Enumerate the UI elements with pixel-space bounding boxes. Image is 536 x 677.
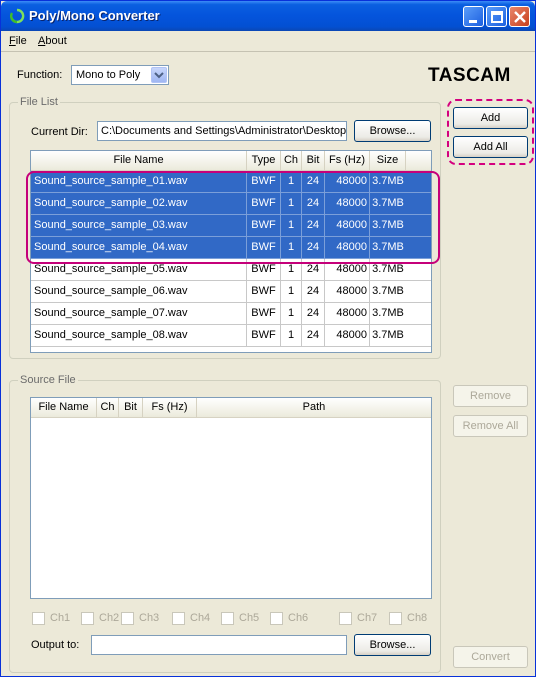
brand-logo: TASCAM — [428, 65, 511, 86]
source-file-table[interactable]: File Name Ch Bit Fs (Hz) Path — [30, 397, 432, 599]
table-row[interactable]: Sound_source_sample_06.wav BWF 1 24 48000 3.7… — [31, 281, 431, 303]
col-src-ch[interactable]: Ch — [97, 398, 119, 417]
col-src-file-name[interactable]: File Name — [31, 398, 97, 417]
col-type[interactable]: Type — [247, 151, 281, 170]
cell-name: Sound_source_sample_08.wav — [31, 325, 247, 346]
table-row[interactable]: Sound_source_sample_07.wav BWF 1 24 48000 3.7… — [31, 303, 431, 325]
cell-fs: 48000 — [325, 281, 370, 302]
col-bit[interactable]: Bit — [302, 151, 325, 170]
col-size[interactable]: Size — [370, 151, 406, 170]
minimize-icon — [469, 20, 477, 23]
current-dir-label: Current Dir: — [31, 126, 88, 138]
cell-size: 3.7MB — [372, 307, 404, 319]
app-icon — [10, 8, 25, 24]
remove-all-button[interactable]: Remove All — [453, 415, 528, 437]
col-src-fs[interactable]: Fs (Hz) — [143, 398, 197, 417]
cell-ch: 1 — [281, 281, 302, 302]
file-list-header: File Name Type Ch Bit Fs (Hz) Size — [31, 151, 431, 171]
app-window: Poly/Mono Converter File About Function:… — [0, 0, 536, 677]
checkbox[interactable] — [389, 612, 402, 625]
remove-button[interactable]: Remove — [453, 385, 528, 407]
maximize-icon — [491, 11, 503, 23]
cell-bit: 24 — [302, 281, 325, 302]
checkbox[interactable] — [270, 612, 283, 625]
close-icon — [514, 11, 526, 23]
channel-label: Ch3 — [139, 612, 160, 624]
channel-label: Ch2 — [99, 612, 120, 624]
checkbox[interactable] — [172, 612, 185, 625]
menu-bar: File About — [1, 31, 535, 52]
checkbox[interactable] — [339, 612, 352, 625]
channel-label: Ch6 — [288, 612, 309, 624]
convert-button[interactable]: Convert — [453, 646, 528, 668]
maximize-button[interactable] — [486, 6, 507, 27]
channel-label: Ch4 — [190, 612, 211, 624]
browse-dir-button[interactable]: Browse... — [354, 120, 431, 142]
source-file-title: Source File — [18, 374, 78, 386]
cell-size: 3.7MB — [372, 329, 404, 341]
cell-ch: 1 — [281, 303, 302, 324]
cell-fs: 48000 — [325, 325, 370, 346]
cell-name: Sound_source_sample_06.wav — [31, 281, 247, 302]
function-select-value: Mono to Poly — [76, 69, 141, 81]
file-list-title: File List — [18, 96, 60, 108]
cell-ch: 1 — [281, 325, 302, 346]
window-title: Poly/Mono Converter — [29, 8, 160, 23]
menu-about[interactable]: About — [38, 35, 67, 47]
function-select[interactable]: Mono to Poly — [71, 65, 169, 85]
col-ch[interactable]: Ch — [281, 151, 302, 170]
add-buttons-highlight — [447, 99, 534, 165]
cell-bit: 24 — [302, 303, 325, 324]
col-src-bit[interactable]: Bit — [119, 398, 143, 417]
cell-fs: 48000 — [325, 303, 370, 324]
current-dir-value: C:\Documents and Settings\Administrator\… — [101, 125, 347, 137]
menu-file[interactable]: File — [9, 35, 27, 47]
channel-label: Ch5 — [239, 612, 260, 624]
cell-type: BWF — [247, 303, 281, 324]
col-file-name[interactable]: File Name — [31, 151, 247, 170]
col-fs[interactable]: Fs (Hz) — [325, 151, 370, 170]
title-bar[interactable]: Poly/Mono Converter — [1, 1, 535, 31]
output-to-label: Output to: — [31, 639, 80, 651]
col-src-path[interactable]: Path — [197, 398, 431, 417]
checkbox[interactable] — [221, 612, 234, 625]
chevron-down-icon — [154, 72, 164, 79]
browse-output-button[interactable]: Browse... — [354, 634, 431, 656]
cell-bit: 24 — [302, 325, 325, 346]
cell-type: BWF — [247, 281, 281, 302]
selection-highlight — [26, 171, 440, 264]
cell-type: BWF — [247, 325, 281, 346]
close-button[interactable] — [509, 6, 530, 27]
dropdown-button[interactable] — [151, 67, 167, 83]
checkbox[interactable] — [32, 612, 45, 625]
checkbox[interactable] — [81, 612, 94, 625]
current-dir-field[interactable]: C:\Documents and Settings\Administrator\… — [97, 121, 347, 141]
table-row[interactable]: Sound_source_sample_08.wav BWF 1 24 48000 3.7… — [31, 325, 431, 347]
source-file-header: File Name Ch Bit Fs (Hz) Path — [31, 398, 431, 418]
minimize-button[interactable] — [463, 6, 484, 27]
channel-label: Ch8 — [407, 612, 428, 624]
cell-size: 3.7MB — [372, 285, 404, 297]
cell-name: Sound_source_sample_07.wav — [31, 303, 247, 324]
function-label: Function: — [17, 69, 63, 81]
channel-label: Ch1 — [50, 612, 71, 624]
channel-label: Ch7 — [357, 612, 378, 624]
output-path-field[interactable] — [91, 635, 347, 655]
checkbox[interactable] — [121, 612, 134, 625]
